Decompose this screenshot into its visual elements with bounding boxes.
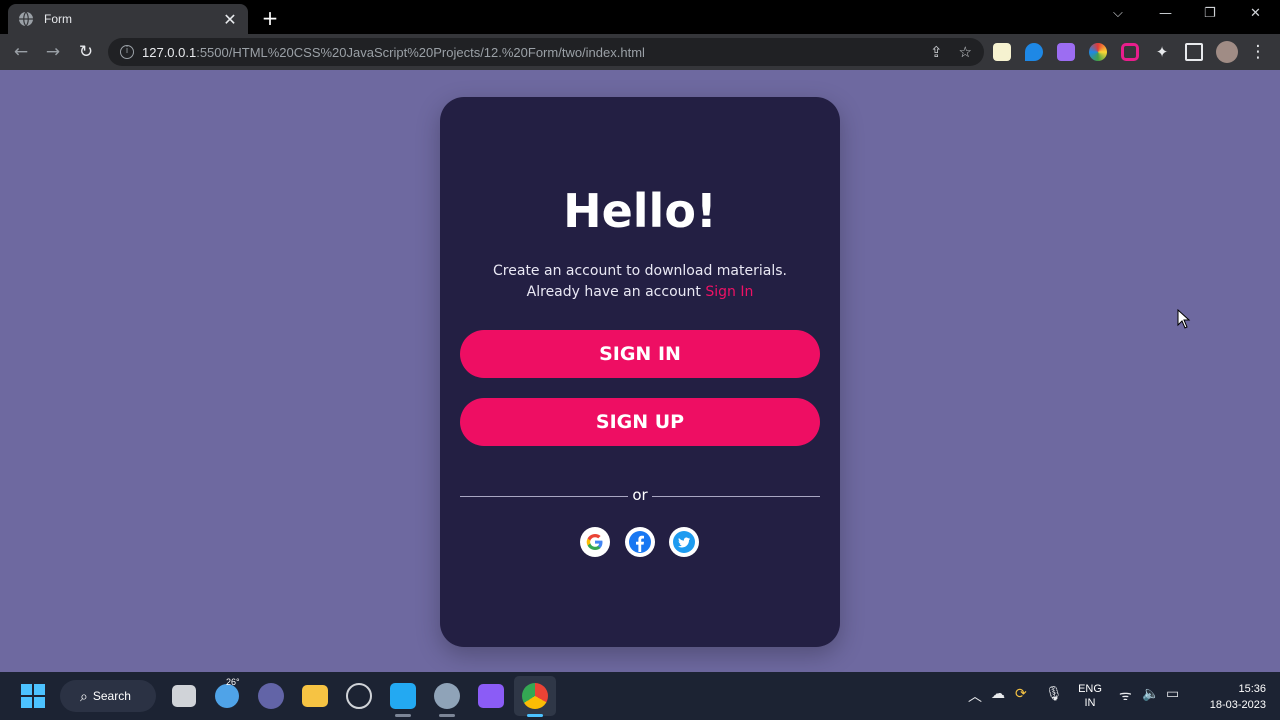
teams-chat-icon[interactable] <box>258 683 284 709</box>
search-icon: ⌕ <box>80 687 88 704</box>
onedrive-cloud-icon[interactable]: ☁ <box>991 686 1005 702</box>
wifi-icon[interactable]: ᯤ <box>1119 686 1132 705</box>
extension-purple-icon[interactable] <box>1057 43 1075 61</box>
page-title: Hello! <box>563 184 717 238</box>
globe-icon <box>19 11 33 27</box>
weather-badge: 26° <box>226 677 240 687</box>
settings-gear-icon[interactable] <box>434 683 460 709</box>
back-icon[interactable]: ← <box>10 41 32 63</box>
battery-icon[interactable]: ▭ <box>1166 686 1179 702</box>
bookmark-star-icon[interactable]: ☆ <box>959 43 972 61</box>
site-info-icon[interactable]: i <box>120 45 134 59</box>
restore-icon[interactable]: ❐ <box>1204 6 1216 21</box>
language-indicator[interactable]: ENG IN <box>1076 682 1104 710</box>
tab-search-icon[interactable]: ⌵ <box>1113 6 1123 21</box>
dell-app-icon[interactable] <box>346 683 372 709</box>
system-clock[interactable]: 15:36 18-03-2023 <box>1196 681 1266 713</box>
extension-drop-icon[interactable] <box>1025 43 1043 61</box>
facebook-icon[interactable] <box>625 527 655 557</box>
browser-toolbar: ← → ↻ i 127.0.0.1:5500/HTML%20CSS%20Java… <box>0 34 1280 70</box>
extensions-puzzle-icon[interactable]: ✦ <box>1153 43 1171 61</box>
vscode-running-indicator <box>395 714 411 717</box>
divider-left <box>460 496 628 497</box>
sync-icon[interactable]: ⟳ <box>1015 686 1027 702</box>
show-hidden-icons-icon[interactable]: ︿ <box>968 686 982 706</box>
new-tab-button[interactable]: + <box>260 6 280 30</box>
reload-icon[interactable]: ↻ <box>75 41 97 63</box>
url-host: 127.0.0.1 <box>142 44 197 60</box>
chrome-active-indicator <box>527 714 543 717</box>
vscode-icon[interactable] <box>390 683 416 709</box>
settings-running-indicator <box>439 714 455 717</box>
menu-dots-icon[interactable]: ⋮ <box>1247 41 1269 63</box>
close-tab-icon[interactable]: ✕ <box>222 10 238 29</box>
browser-tab-bar: Form ✕ + ⌵ — ❐ ✕ <box>0 0 1280 34</box>
subtitle-line-2: Already have an account Sign In <box>440 282 840 303</box>
volume-icon[interactable]: 🔈 <box>1142 686 1159 702</box>
language-code: ENG <box>1078 683 1102 695</box>
minimize-icon[interactable]: — <box>1159 6 1172 21</box>
close-window-icon[interactable]: ✕ <box>1250 6 1261 21</box>
sign-in-button[interactable]: SIGN IN <box>460 330 820 378</box>
side-panel-icon[interactable] <box>1185 43 1203 61</box>
extension-square-icon[interactable] <box>1121 43 1139 61</box>
mouse-cursor-icon <box>1177 309 1191 329</box>
divider-text: or <box>632 486 648 504</box>
sign-up-button[interactable]: SIGN UP <box>460 398 820 446</box>
tab-title: Form <box>44 12 72 26</box>
browser-tab[interactable]: Form ✕ <box>8 4 248 34</box>
extension-color-icon[interactable] <box>1089 43 1107 61</box>
taskbar-search-label: Search <box>92 689 131 703</box>
twitter-icon[interactable] <box>669 527 699 557</box>
share-icon[interactable]: ⇪ <box>930 43 943 61</box>
weather-widget-icon[interactable] <box>215 684 239 708</box>
windows-start-icon[interactable] <box>19 682 47 710</box>
chrome-icon[interactable] <box>522 683 548 709</box>
file-explorer-icon[interactable] <box>302 685 328 707</box>
clock-time: 15:36 <box>1238 683 1266 695</box>
microphone-icon[interactable]: 🎙 <box>1045 686 1063 702</box>
region-code: IN <box>1084 697 1096 709</box>
task-view-icon[interactable] <box>172 685 196 707</box>
extension-sheets-icon[interactable] <box>993 43 1011 61</box>
profile-avatar[interactable] <box>1216 41 1238 63</box>
clock-date: 18-03-2023 <box>1209 699 1266 711</box>
sign-in-link[interactable]: Sign In <box>705 284 753 300</box>
taskbar-search[interactable]: ⌕ Search <box>60 680 156 712</box>
subtitle: Create an account to download materials.… <box>440 261 840 303</box>
subtitle-text: Already have an account <box>526 284 701 300</box>
divider-right <box>652 496 820 497</box>
url-text: 127.0.0.1:5500/HTML%20CSS%20JavaScript%2… <box>142 45 914 60</box>
google-icon[interactable] <box>580 527 610 557</box>
subtitle-line-1: Create an account to download materials. <box>493 263 787 279</box>
clipchamp-icon[interactable] <box>478 684 504 708</box>
address-bar[interactable]: i 127.0.0.1:5500/HTML%20CSS%20JavaScript… <box>108 38 984 66</box>
windows-taskbar: ⌕ Search 26° ︿ ☁ ⟳ 🎙 ENG IN ᯤ 🔈 ▭ 15:36 18-… <box>0 672 1280 720</box>
forward-icon[interactable]: → <box>42 41 64 63</box>
url-path: :5500/HTML%20CSS%20JavaScript%20Projects… <box>196 44 645 60</box>
